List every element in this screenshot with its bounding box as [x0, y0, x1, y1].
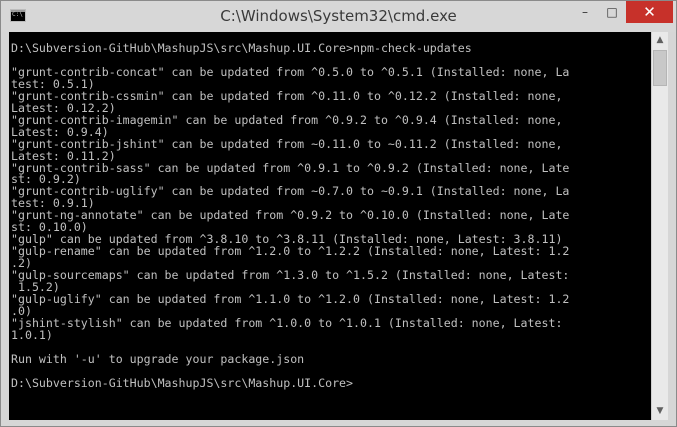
maximize-button[interactable]: □: [599, 1, 625, 23]
cmd-window: C:\ C:\Windows\System32\cmd.exe – □ ✕ D:…: [0, 0, 677, 427]
console-line: 1.0.1): [11, 327, 53, 342]
console-line: "jshint-stylish" can be updated from ^1.…: [11, 315, 563, 330]
scroll-up-arrow-icon[interactable]: ▲: [652, 32, 668, 49]
scrollbar-thumb[interactable]: [653, 50, 667, 86]
close-button[interactable]: ✕: [626, 1, 673, 23]
console-line: "gulp-rename" can be updated from ^1.2.0…: [11, 244, 570, 259]
console-line: D:\Subversion-GitHub\MashupJS\src\Mashup…: [11, 375, 354, 390]
console-output[interactable]: D:\Subversion-GitHub\MashupJS\src\Mashup…: [9, 32, 651, 420]
title-bar[interactable]: C:\ C:\Windows\System32\cmd.exe – □ ✕: [1, 1, 676, 32]
console-line: D:\Subversion-GitHub\MashupJS\src\Mashup…: [11, 41, 472, 55]
window-bottom-frame: [1, 420, 676, 426]
console-line: "grunt-ng-annotate" can be updated from …: [11, 208, 570, 223]
console-line: "grunt-contrib-sass" can be updated from…: [11, 160, 570, 175]
console-line: "gulp-sourcemaps" can be updated from ^1…: [11, 268, 570, 283]
minimize-button[interactable]: –: [571, 1, 599, 23]
console-text: D:\Subversion-GitHub\MashupJS\src\Mashup…: [9, 32, 651, 390]
console-line: "gulp-uglify" can be updated from ^1.1.0…: [11, 292, 570, 306]
vertical-scrollbar[interactable]: ▲ ▼: [651, 32, 668, 420]
scroll-down-arrow-icon[interactable]: ▼: [652, 403, 668, 420]
console-line: Run with '-u' to upgrade your package.js…: [11, 351, 305, 366]
